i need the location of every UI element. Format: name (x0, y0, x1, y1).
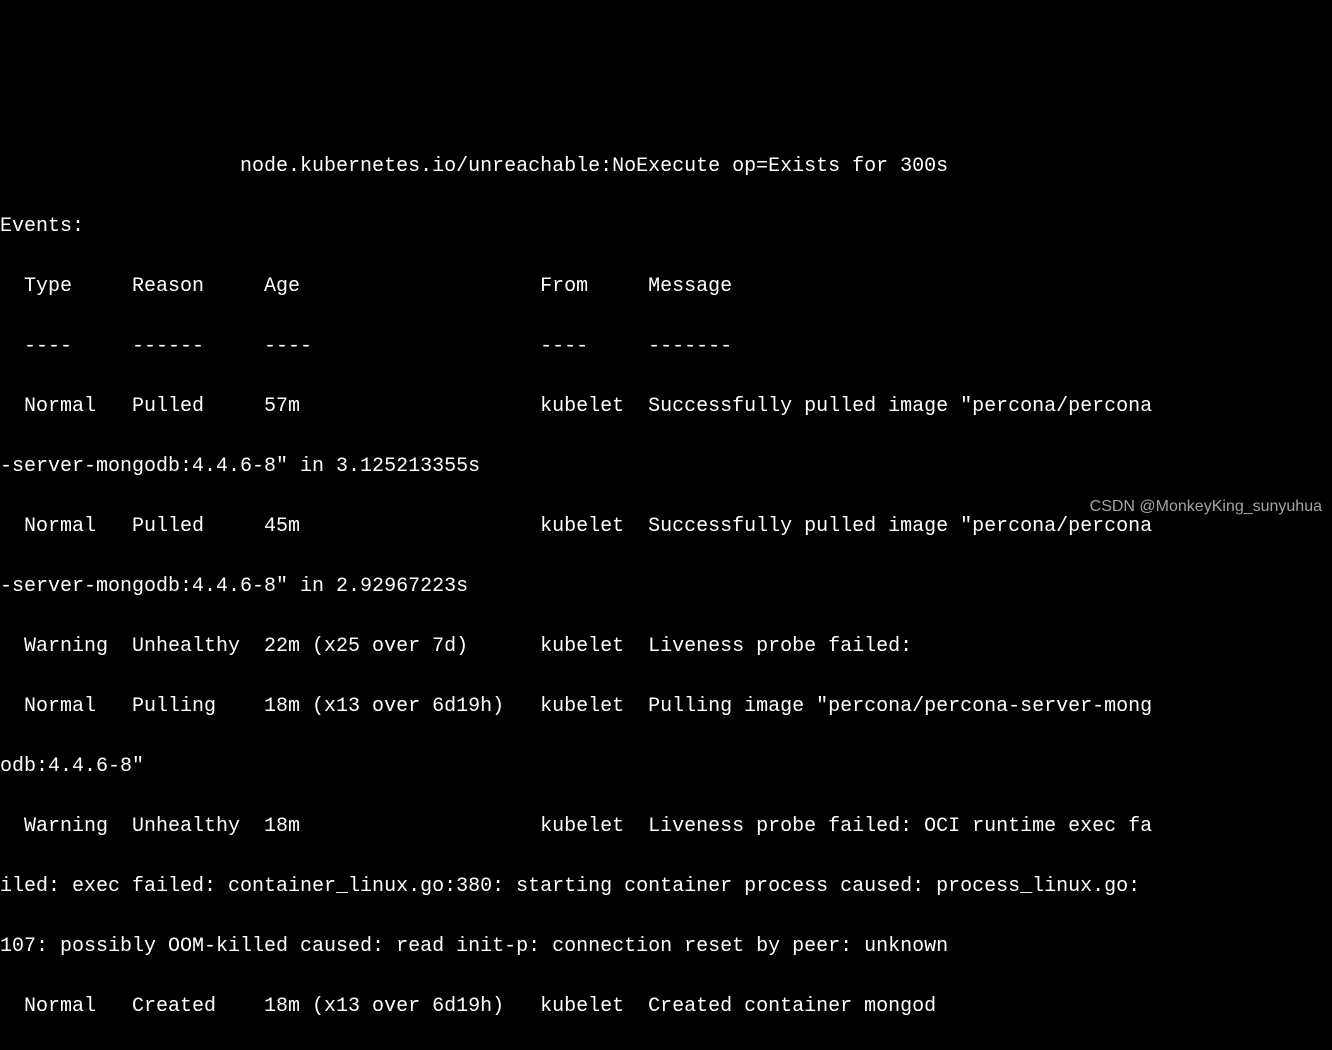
events-header: Events: (0, 212, 1332, 242)
event-row-continuation: odb:4.4.6-8" (0, 752, 1332, 782)
event-row-continuation: -server-mongodb:4.4.6-8" in 3.125213355s (0, 452, 1332, 482)
columns-header: Type Reason Age From Message (0, 272, 1332, 302)
event-row: Warning Unhealthy 22m (x25 over 7d) kube… (0, 632, 1332, 662)
event-row-continuation: iled: exec failed: container_linux.go:38… (0, 872, 1332, 902)
columns-divider: ---- ------ ---- ---- ------- (0, 332, 1332, 362)
terminal-output: node.kubernetes.io/unreachable:NoExecute… (0, 120, 1332, 1050)
toleration-line: node.kubernetes.io/unreachable:NoExecute… (0, 152, 1332, 182)
event-row: Normal Created 18m (x13 over 6d19h) kube… (0, 992, 1332, 1022)
event-row-continuation: -server-mongodb:4.4.6-8" in 2.92967223s (0, 572, 1332, 602)
event-row: Normal Pulling 18m (x13 over 6d19h) kube… (0, 692, 1332, 722)
watermark-text: CSDN @MonkeyKing_sunyuhua (1090, 495, 1322, 519)
event-row: Warning Unhealthy 18m kubelet Liveness p… (0, 812, 1332, 842)
event-row-continuation: 107: possibly OOM-killed caused: read in… (0, 932, 1332, 962)
event-row: Normal Pulled 57m kubelet Successfully p… (0, 392, 1332, 422)
